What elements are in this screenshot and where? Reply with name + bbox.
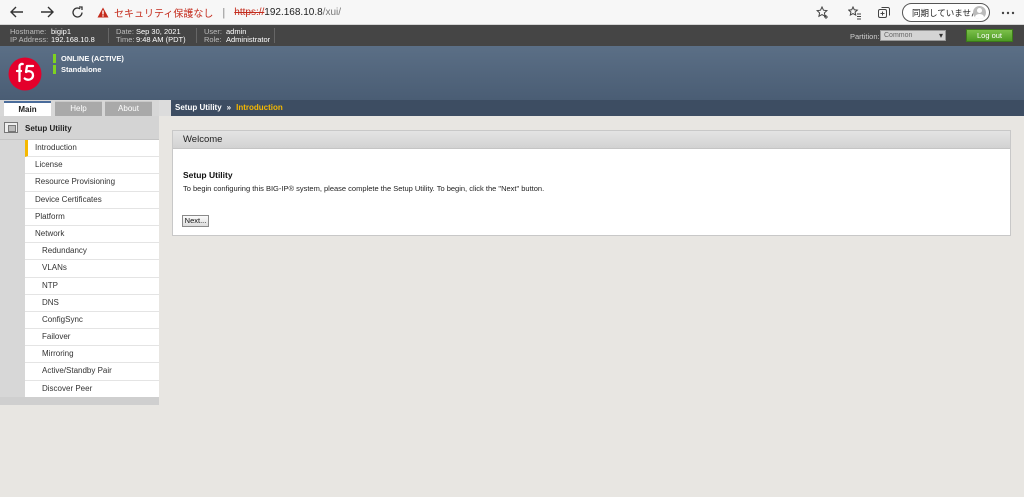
setup-menu: Introduction License Resource Provisioni… (25, 140, 159, 398)
tabs-row: Main Help About Setup Utility » Introducti… (0, 100, 1024, 116)
partition-value: Common (884, 32, 913, 39)
url-path: /xui/ (322, 7, 342, 18)
sidebar-item-platform[interactable]: Platform (25, 208, 159, 226)
f5-logo[interactable] (8, 57, 42, 91)
arrow-right-icon[interactable] (36, 1, 58, 23)
breadcrumb: Setup Utility » Introduction (171, 100, 1024, 116)
security-warning: セキュリティ保護なし (114, 9, 214, 20)
welcome-panel: Welcome Setup Utility To begin configuri… (172, 130, 1011, 236)
role-label: Role: (204, 35, 222, 44)
sidebar-item-active-standby-pair[interactable]: Active/Standby Pair (25, 363, 159, 381)
date-info: Date: Sep 30, 2021 Time: 9:48 AM (PDT) (116, 28, 186, 44)
sidebar-footer (0, 397, 159, 405)
reload-icon[interactable] (66, 1, 88, 23)
breadcrumb-separator: » (226, 103, 232, 112)
sidebar-item-redundancy[interactable]: Redundancy (25, 243, 159, 261)
sidebar: Setup Utility Introduction License Resou… (0, 116, 159, 405)
panel-header: Welcome (173, 131, 1010, 149)
breadcrumb-current: Introduction (236, 103, 283, 112)
sidebar-item-introduction[interactable]: Introduction (25, 140, 159, 158)
system-status-bar: Hostname: bigip1 IP Address: 192.168.10.8 … (0, 25, 1024, 46)
time-value: 9:48 AM (PDT) (136, 35, 186, 44)
main-content: Welcome Setup Utility To begin configuri… (159, 116, 1024, 497)
address-bar[interactable]: セキュリティ保護なし | https:// 192.168.10.8 /xui/ (97, 2, 847, 23)
sidebar-header[interactable]: Setup Utility (0, 116, 159, 140)
device-mode: Standalone (53, 65, 101, 74)
star-plus-icon[interactable] (814, 4, 831, 21)
browser-toolbar: セキュリティ保護なし | https:// 192.168.10.8 /xui/… (0, 0, 1024, 25)
ip-value: 192.168.10.8 (51, 35, 95, 44)
ip-label: IP Address: (10, 35, 49, 44)
sidebar-item-failover[interactable]: Failover (25, 329, 159, 347)
more-dots-icon[interactable] (999, 4, 1016, 21)
sidebar-item-dns[interactable]: DNS (25, 294, 159, 312)
partition-label: Partition: (850, 32, 880, 41)
sidebar-item-configsync[interactable]: ConfigSync (25, 311, 159, 330)
next-button[interactable]: Next... (182, 215, 209, 227)
tab-about[interactable]: About (105, 101, 152, 116)
user-info: User: admin Role: Administrator (204, 28, 270, 44)
logout-button[interactable]: Log out (966, 29, 1013, 42)
panel-description: To begin configuring this BIG-IP® system… (183, 184, 545, 193)
url-protocol: https:// (234, 7, 265, 18)
avatar-icon (973, 6, 986, 19)
collections-icon[interactable] (875, 4, 892, 21)
sidebar-title: Setup Utility (25, 124, 72, 133)
status-divider (108, 28, 109, 43)
status-divider (274, 28, 275, 43)
sidebar-item-vlans[interactable]: VLANs (25, 260, 159, 278)
time-label: Time: (116, 35, 135, 44)
tab-main[interactable]: Main (4, 101, 51, 116)
sidebar-item-resource-provisioning[interactable]: Resource Provisioning (25, 174, 159, 192)
profile-sync-button[interactable]: 同期していません (902, 3, 990, 22)
header-banner: ONLINE (ACTIVE) Standalone (0, 46, 1024, 100)
role-value: Administrator (226, 35, 271, 44)
url-host: 192.168.10.8 (264, 7, 323, 18)
favorites-list-icon[interactable] (846, 4, 863, 21)
sidebar-item-device-certificates[interactable]: Device Certificates (25, 191, 159, 209)
setup-utility-icon (4, 122, 18, 133)
sidebar-item-discover-peer[interactable]: Discover Peer (25, 380, 159, 398)
arrow-left-icon[interactable] (6, 1, 28, 23)
sidebar-item-license[interactable]: License (25, 157, 159, 175)
panel-title: Setup Utility (183, 170, 233, 180)
sidebar-item-network[interactable]: Network (25, 225, 159, 244)
address-separator: | (222, 6, 226, 19)
status-divider (196, 28, 197, 43)
host-info: Hostname: bigip1 IP Address: 192.168.10.8 (10, 28, 95, 44)
sidebar-item-mirroring[interactable]: Mirroring (25, 346, 159, 364)
device-status: ONLINE (ACTIVE) (53, 54, 124, 63)
warning-triangle-icon (97, 7, 109, 18)
tab-help[interactable]: Help (55, 101, 102, 116)
breadcrumb-parent[interactable]: Setup Utility (175, 103, 222, 112)
sidebar-item-ntp[interactable]: NTP (25, 277, 159, 295)
partition-select[interactable]: Common (880, 30, 946, 41)
sync-label: 同期していません (912, 7, 980, 18)
tab-strip: Main Help About (0, 100, 159, 116)
